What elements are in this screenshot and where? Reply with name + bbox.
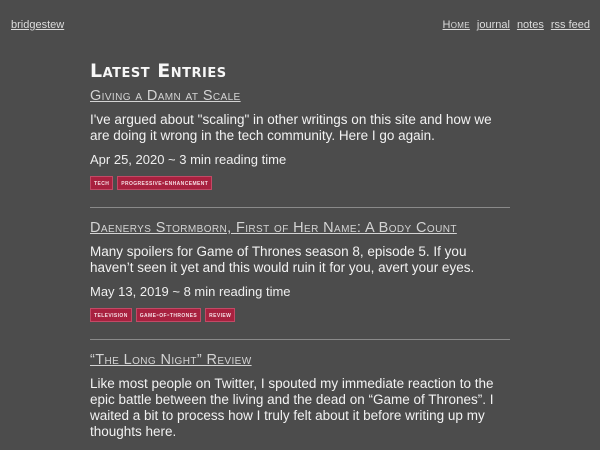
tag-link[interactable]: progressive-enhancement: [117, 176, 213, 190]
top-navigation: bridgestew Home journal notes rss feed: [11, 19, 590, 35]
page-title: Latest Entries: [90, 60, 227, 82]
divider: [90, 339, 510, 340]
divider: [90, 207, 510, 208]
tag-link[interactable]: tech: [90, 176, 114, 190]
tag-list: tech progressive-enhancement: [90, 176, 510, 190]
entry-title-link[interactable]: Giving a Damn at Scale: [90, 88, 510, 104]
nav-links: Home journal notes rss feed: [443, 19, 590, 31]
tag-link[interactable]: television: [90, 308, 132, 322]
entry-summary: Many spoilers for Game of Thrones season…: [90, 244, 475, 275]
entry: “The Long Night” Review Like most people…: [90, 352, 510, 440]
main-content: Latest Entries Giving a Damn at Scale I'…: [90, 60, 510, 448]
tag-link[interactable]: review: [205, 308, 236, 322]
site-name-link[interactable]: bridgestew: [11, 19, 64, 31]
entry-meta: Apr 25, 2020 ~ 3 min reading time: [90, 152, 287, 167]
entry-meta: May 13, 2019 ~ 8 min reading time: [90, 284, 291, 299]
nav-link-journal[interactable]: journal: [477, 19, 510, 31]
entry: Daenerys Stormborn, First of Her Name: A…: [90, 220, 510, 322]
entry-title-link[interactable]: “The Long Night” Review: [90, 352, 510, 368]
entry-summary: I've argued about "scaling" in other wri…: [90, 112, 492, 143]
nav-link-rss-feed[interactable]: rss feed: [551, 19, 590, 31]
tag-list: television game-of-thrones review: [90, 308, 510, 322]
entry: Giving a Damn at Scale I've argued about…: [90, 88, 510, 190]
entry-title-link[interactable]: Daenerys Stormborn, First of Her Name: A…: [90, 220, 510, 236]
nav-link-home[interactable]: Home: [443, 19, 470, 31]
entry-summary: Like most people on Twitter, I spouted m…: [90, 376, 494, 439]
nav-link-notes[interactable]: notes: [517, 19, 544, 31]
tag-link[interactable]: game-of-thrones: [135, 308, 202, 322]
